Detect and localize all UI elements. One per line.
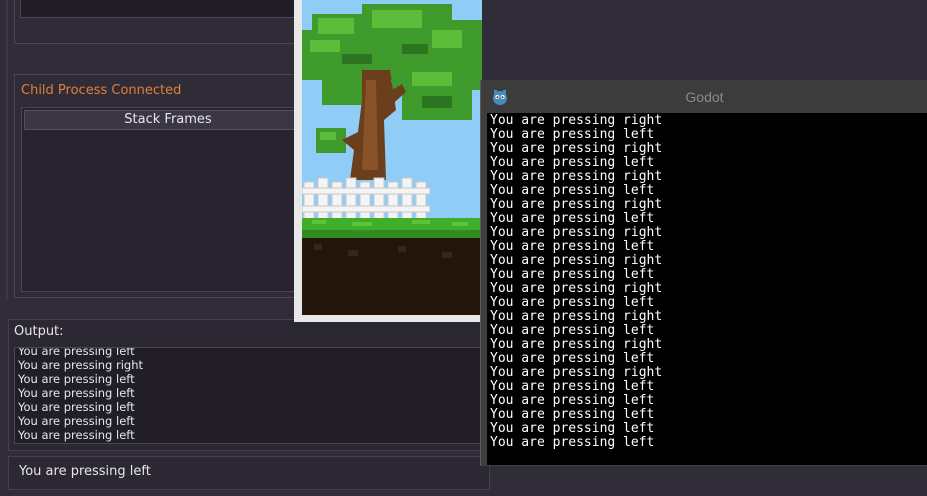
console-line: You are pressing left bbox=[490, 239, 655, 254]
console-line: You are pressing left bbox=[490, 379, 655, 394]
game-scene-art bbox=[302, 0, 482, 315]
console-line: You are pressing left bbox=[490, 323, 655, 338]
console-line: You are pressing right bbox=[490, 253, 663, 268]
console-line: You are pressing left bbox=[490, 421, 655, 436]
console-output[interactable]: You are pressing right You are pressing l… bbox=[487, 113, 927, 465]
output-line: You are pressing left bbox=[18, 386, 135, 400]
status-text: You are pressing left bbox=[19, 464, 151, 479]
output-line: You are pressing left bbox=[18, 428, 135, 442]
console-line: You are pressing left bbox=[490, 407, 655, 422]
console-line: You are pressing left bbox=[490, 267, 655, 282]
output-line: You are pressing left bbox=[18, 414, 135, 428]
console-line: You are pressing right bbox=[490, 281, 663, 296]
stack-frames-header[interactable]: Stack Frames bbox=[24, 110, 312, 130]
console-line: You are pressing right bbox=[490, 365, 663, 380]
console-line: You are pressing left bbox=[490, 183, 655, 198]
console-line: You are pressing right bbox=[490, 113, 663, 128]
console-line: You are pressing left bbox=[490, 435, 655, 450]
console-line: You are pressing right bbox=[490, 169, 663, 184]
editor-left-rail bbox=[6, 0, 8, 300]
stack-frames-tree[interactable] bbox=[21, 107, 313, 292]
output-label: Output: bbox=[14, 324, 64, 339]
output-line: You are pressing right bbox=[18, 358, 144, 372]
child-process-status: Child Process Connected bbox=[21, 83, 182, 98]
console-titlebar[interactable]: Godot bbox=[481, 80, 927, 113]
console-line: You are pressing left bbox=[490, 393, 655, 408]
console-line: You are pressing right bbox=[490, 197, 663, 212]
console-line: You are pressing right bbox=[490, 337, 663, 352]
console-line: You are pressing left bbox=[490, 155, 655, 170]
output-line: You are pressing left bbox=[18, 347, 135, 358]
console-title: Godot bbox=[685, 89, 724, 105]
output-line: You are pressing left bbox=[18, 372, 135, 386]
godot-console-window[interactable]: Godot You are pressing right You are pres… bbox=[480, 80, 927, 466]
game-window[interactable] bbox=[294, 0, 482, 322]
output-line: You are pressing left bbox=[18, 400, 135, 414]
console-line: You are pressing right bbox=[490, 141, 663, 156]
console-line: You are pressing left bbox=[490, 211, 655, 226]
top-field bbox=[20, 0, 322, 18]
console-line: You are pressing left bbox=[490, 127, 655, 142]
game-viewport[interactable] bbox=[302, 0, 482, 315]
output-log[interactable]: You are pressing left You are pressing ri… bbox=[14, 347, 486, 444]
console-line: You are pressing right bbox=[490, 225, 663, 240]
console-line: You are pressing left bbox=[490, 351, 655, 366]
console-line: You are pressing right bbox=[490, 309, 663, 324]
console-line: You are pressing left bbox=[490, 295, 655, 310]
